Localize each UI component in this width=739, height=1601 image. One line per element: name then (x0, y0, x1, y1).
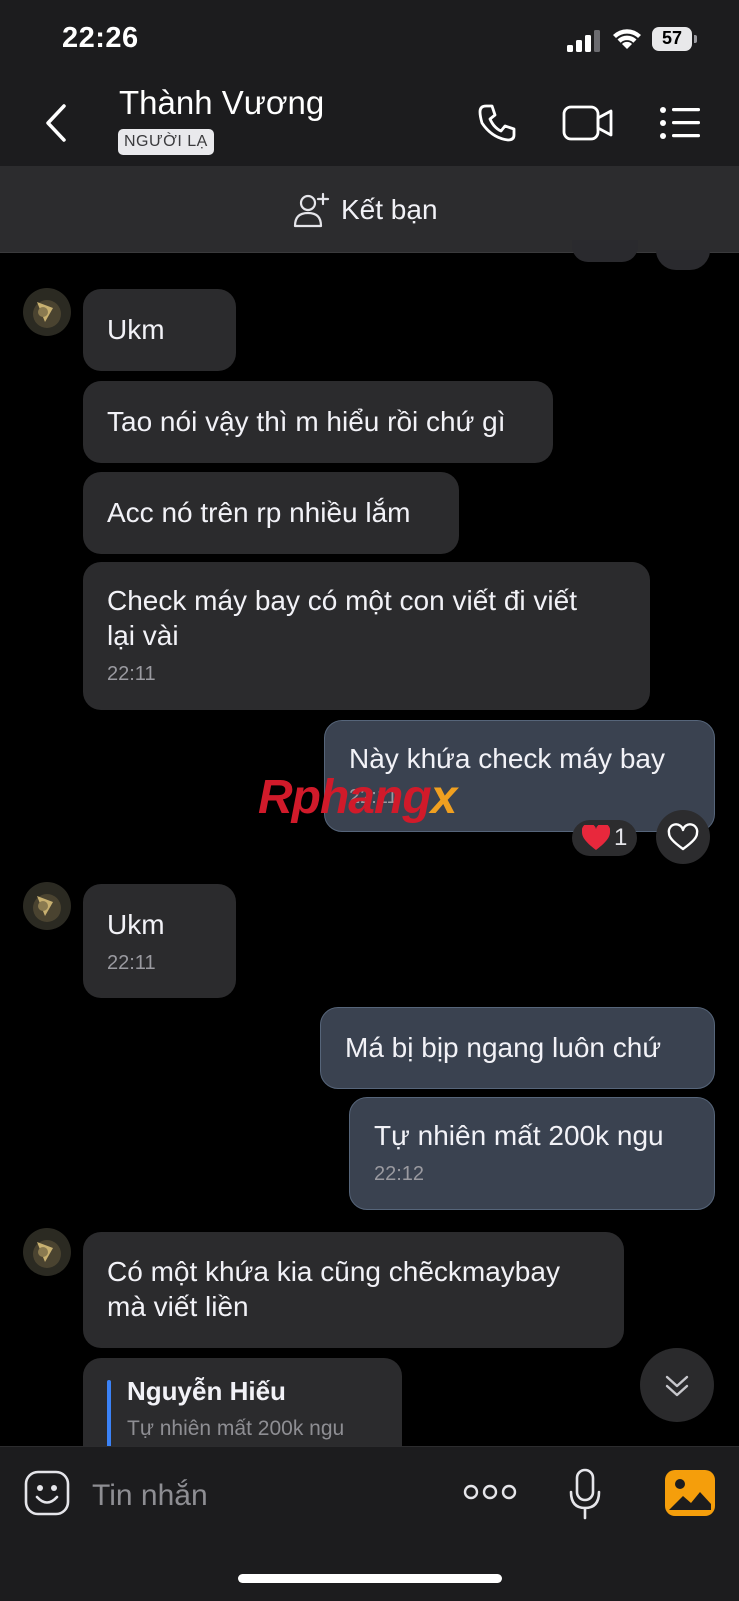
add-friend-label: Kết bạn (341, 194, 438, 225)
message-bubble-incoming[interactable]: Tao nói vậy thì m hiểu rồi chứ gì (83, 381, 553, 463)
message-bubble-incoming[interactable]: Ukm (83, 289, 236, 371)
heart-reaction-icon (582, 825, 610, 850)
quoted-sender-name: Nguyễn Hiếu (127, 1376, 286, 1406)
contact-avatar[interactable] (23, 1228, 71, 1276)
add-friend-button[interactable]: Kết bạn (293, 188, 438, 232)
message-text: Ukm (107, 314, 165, 345)
message-bubble-incoming[interactable]: Ukm 22:11 (83, 884, 236, 998)
reaction-count: 1 (614, 824, 628, 851)
message-time: 22:11 (107, 663, 156, 685)
react-heart-button[interactable] (656, 810, 710, 864)
heart-button-partial (656, 250, 710, 270)
reaction-badge[interactable]: 1 (572, 820, 638, 856)
scroll-to-bottom-button[interactable] (640, 1348, 714, 1422)
battery-indicator: 57 (652, 27, 698, 51)
message-bubble-incoming[interactable]: Có một khứa kia cũng chẽckmaybay mà viết… (83, 1232, 624, 1348)
wifi-icon (613, 29, 641, 49)
avatar-photo (23, 288, 71, 336)
watermark-text-accent: x (430, 771, 458, 824)
phone-call-icon[interactable] (476, 102, 518, 144)
message-bubble-outgoing[interactable]: Tự nhiên mất 200k ngu 22:12 (349, 1097, 715, 1210)
message-text: Acc nó trên rp nhiều lắm (107, 497, 411, 528)
message-text: Ukm (107, 909, 165, 940)
video-call-icon[interactable] (562, 103, 614, 143)
message-text-line: mà viết liền (107, 1291, 249, 1322)
message-text-line: lại vài (107, 620, 179, 651)
back-arrow-icon[interactable] (36, 98, 76, 148)
message-bubble-outgoing[interactable]: Má bị bịp ngang luôn chứ (320, 1007, 715, 1089)
message-text-line: Có một khứa kia cũng chẽckmaybay (107, 1256, 560, 1287)
sticker-emoji-icon[interactable] (24, 1470, 70, 1516)
contact-name[interactable]: Thành Vương (119, 84, 324, 122)
quoted-message-text: Tự nhiên mất 200k ngu (127, 1417, 345, 1440)
message-time: 22:11 (107, 952, 156, 974)
reply-quote-bar (107, 1380, 111, 1450)
cellular-signal-icon (567, 30, 600, 52)
battery-level: 57 (661, 28, 683, 48)
stranger-badge: NGƯỜI LẠ (118, 129, 214, 155)
message-text-line: Check máy bay có một con viết đi viết (107, 585, 577, 616)
watermark-logo: Rphangx (258, 770, 458, 825)
microphone-icon[interactable] (568, 1468, 602, 1520)
contact-avatar[interactable] (23, 288, 71, 336)
home-indicator (238, 1574, 502, 1583)
reaction-badge-partial (572, 240, 638, 262)
message-text: Má bị bịp ngang luôn chứ (345, 1032, 662, 1063)
message-bubble-incoming[interactable]: Check máy bay có một con viết đi viết lạ… (83, 562, 650, 710)
avatar-photo (23, 882, 71, 930)
message-bubble-incoming[interactable]: Acc nó trên rp nhiều lắm (83, 472, 459, 554)
add-person-icon (293, 192, 330, 228)
double-chevron-down-icon (665, 1375, 689, 1397)
list-menu-icon[interactable] (659, 105, 701, 141)
more-options-icon[interactable] (462, 1480, 518, 1504)
message-text: Tao nói vậy thì m hiểu rồi chứ gì (107, 406, 506, 437)
watermark-text: Rphang (258, 771, 432, 824)
message-input[interactable] (92, 1474, 432, 1518)
message-text: Tự nhiên mất 200k ngu (374, 1120, 664, 1151)
heart-outline-icon (667, 823, 699, 851)
contact-avatar[interactable] (23, 882, 71, 930)
photo-gallery-icon[interactable] (665, 1470, 715, 1516)
status-time: 22:26 (62, 22, 139, 54)
message-time: 22:12 (374, 1163, 425, 1185)
message-text: Này khứa check máy bay (349, 743, 665, 774)
avatar-photo (23, 1228, 71, 1276)
